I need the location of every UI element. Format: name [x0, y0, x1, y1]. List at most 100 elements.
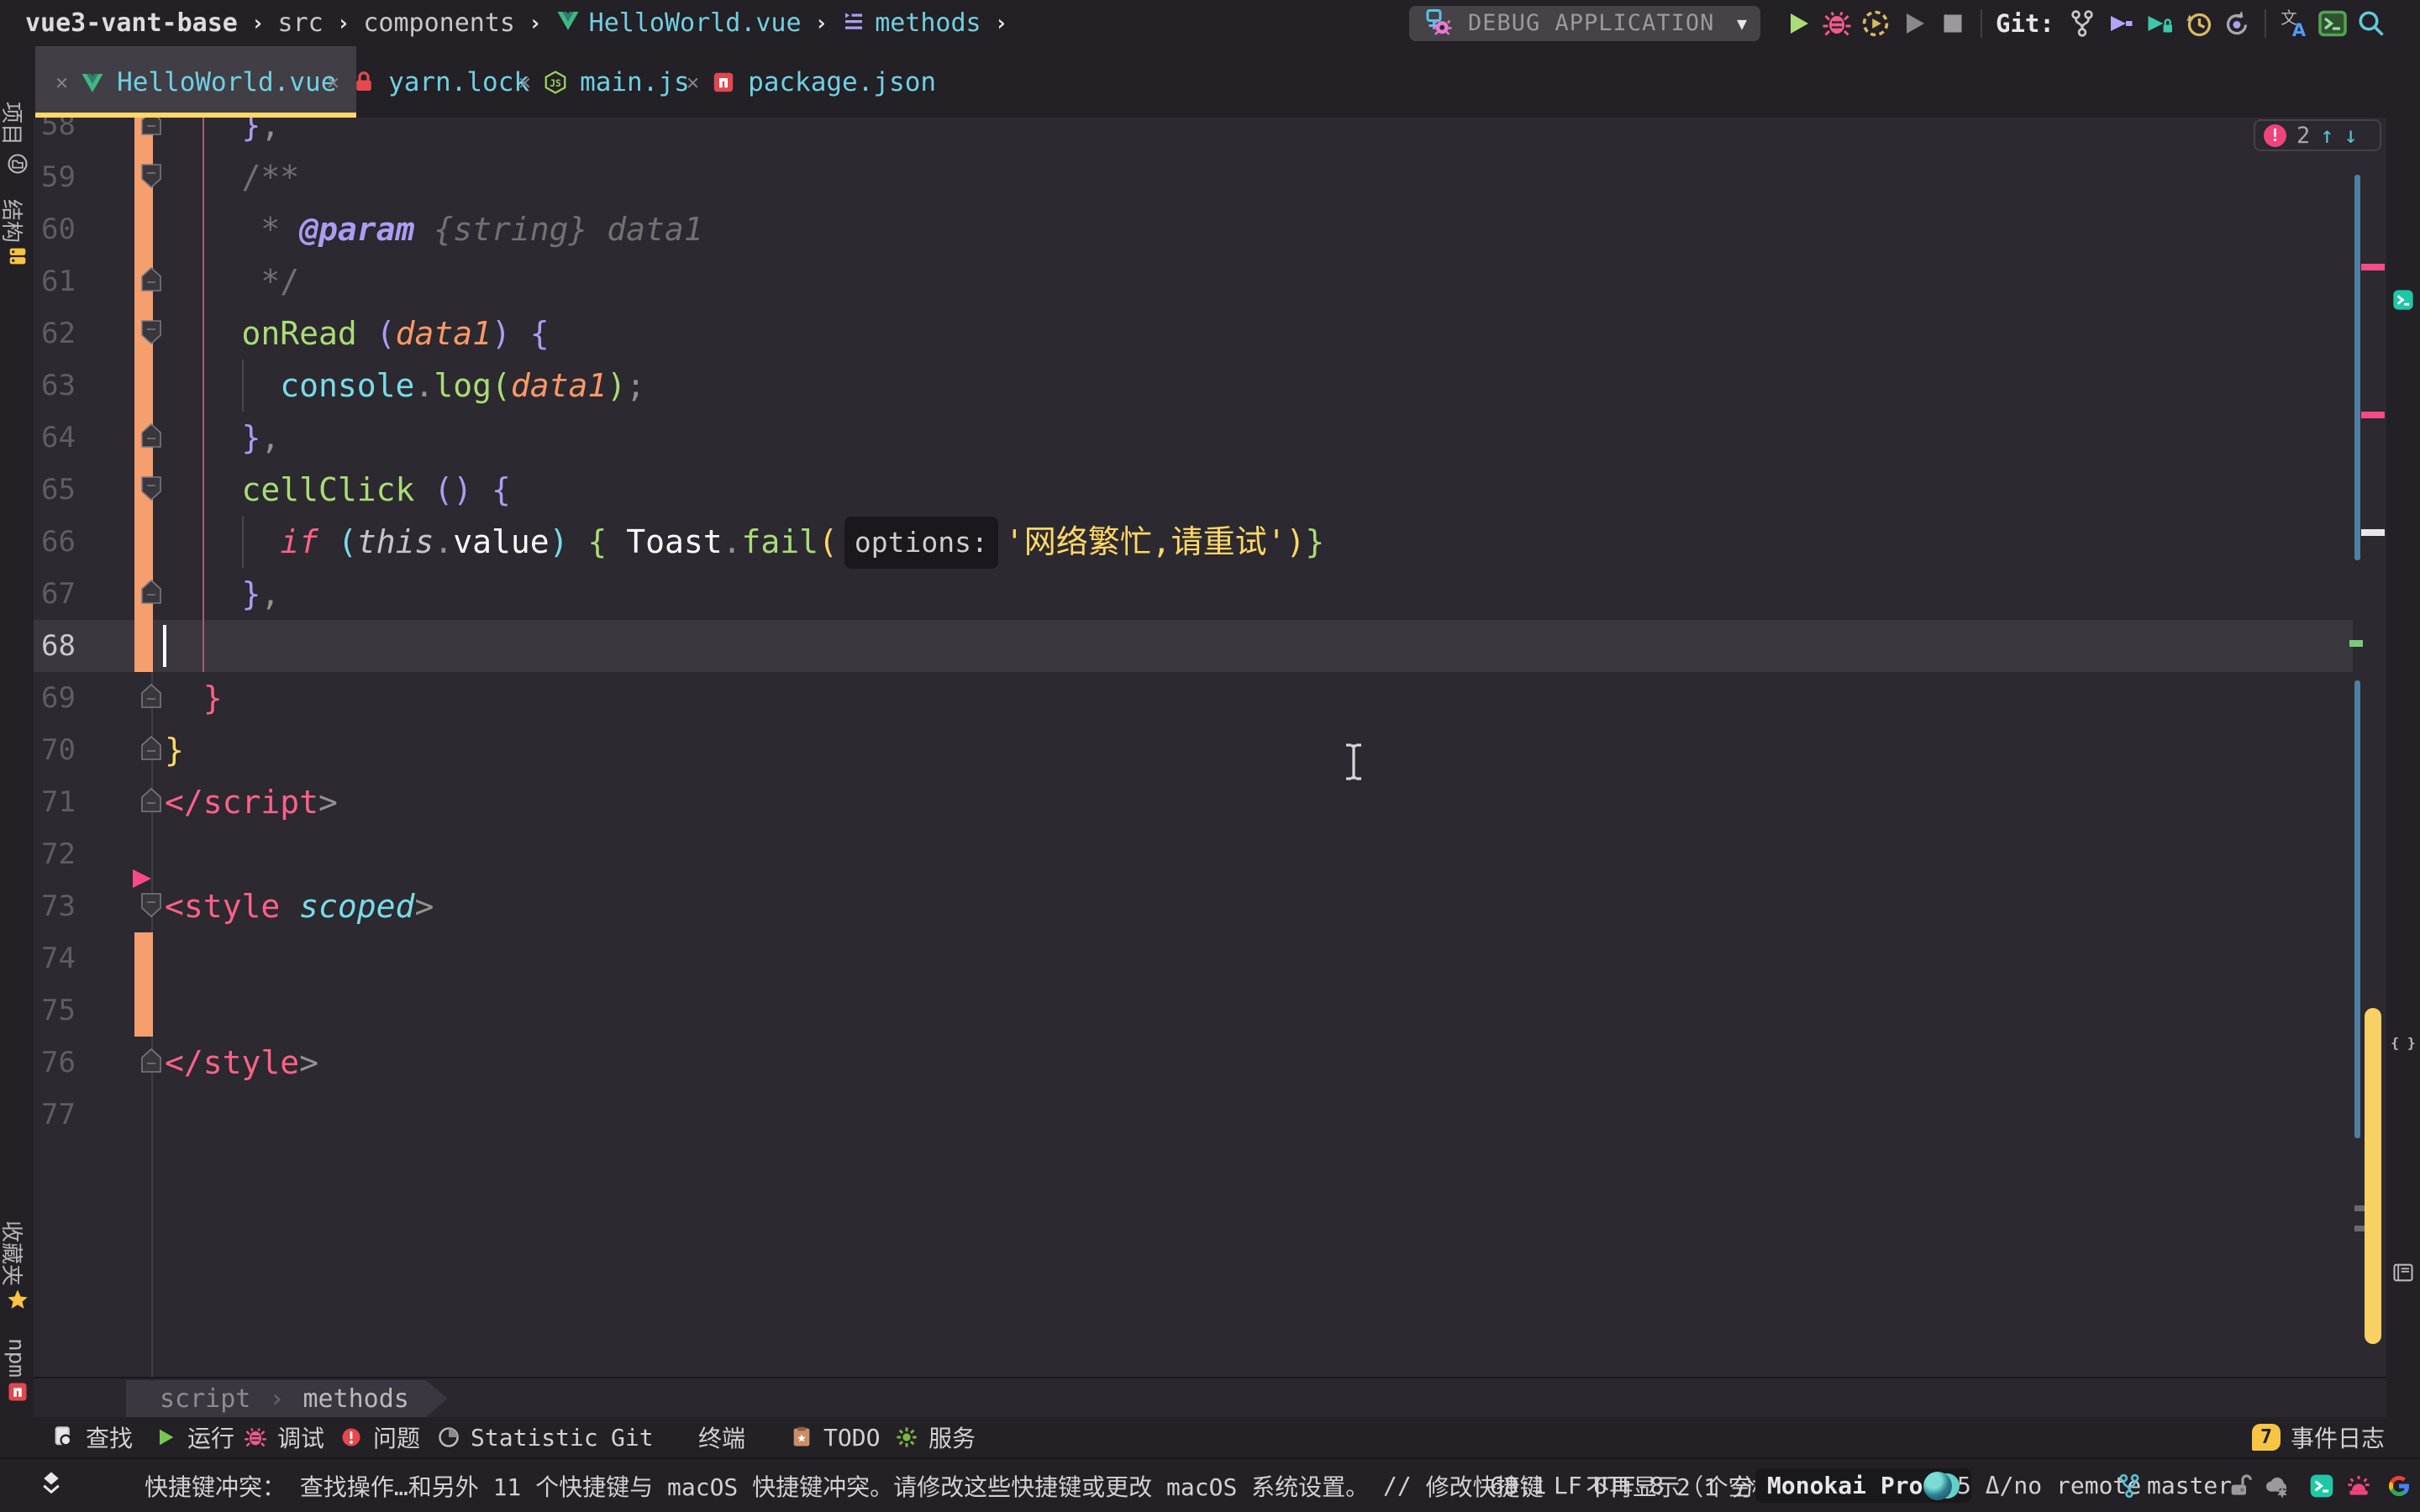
run-button[interactable] [1779, 4, 1818, 43]
line-number-77[interactable]: 77 [34, 1089, 76, 1141]
fold-marker-up[interactable] [140, 683, 162, 712]
stripe-error-mark[interactable] [2361, 412, 2385, 418]
structure-icon[interactable] [6, 244, 29, 271]
line-number-59[interactable]: 59 [34, 151, 76, 203]
caret-position[interactable]: 68:1 [1490, 1459, 1546, 1512]
line-number-63[interactable]: 63 [34, 360, 76, 412]
close-tab-icon[interactable]: ✕ [687, 70, 699, 94]
prev-error-icon[interactable]: ↑ [2320, 123, 2333, 149]
fold-marker-up[interactable] [140, 423, 162, 452]
tool-strip-project[interactable]: 项目 [0, 102, 29, 145]
git-update-button[interactable] [2102, 4, 2140, 43]
tool-strip-npm[interactable]: npm [3, 1338, 29, 1378]
fold-marker-down[interactable] [140, 892, 162, 921]
breadcrumb-item-components[interactable]: components [363, 8, 515, 38]
git-ahead-status[interactable]: 5 Δ/no remote [1957, 1459, 2141, 1512]
line-number-66[interactable]: 66 [34, 516, 76, 568]
git-branch-icon[interactable] [2116, 1459, 2143, 1512]
line-number-65[interactable]: 65 [34, 464, 76, 516]
code-breadcrumb[interactable]: script › methods [126, 1380, 448, 1417]
coverage-button[interactable] [1856, 4, 1895, 43]
project-circle-icon[interactable] [6, 152, 29, 179]
stripe-error-mark[interactable] [2361, 264, 2385, 270]
fold-marker-up[interactable] [140, 266, 162, 296]
stripe-caret-mark[interactable] [2349, 640, 2363, 647]
terminal-icon[interactable] [2313, 4, 2352, 43]
json-braces-icon[interactable]: { } [2391, 1031, 2416, 1058]
line-number-69[interactable]: 69 [34, 672, 76, 724]
material-sphere-icon[interactable] [1923, 1459, 1952, 1512]
tool-window-button-服务[interactable]: 服务 [895, 1417, 976, 1457]
close-tab-icon[interactable]: ✕ [518, 70, 531, 94]
fold-marker-up[interactable] [140, 735, 162, 764]
close-tab-icon[interactable]: ✕ [327, 70, 339, 94]
line-number-58[interactable]: 58 [34, 118, 76, 151]
file-encoding[interactable]: UTF-8 [1593, 1459, 1664, 1512]
play-disabled-button[interactable] [1895, 4, 1933, 43]
translate-icon[interactable]: 文A [2275, 4, 2313, 43]
breadcrumb-methods[interactable]: methods [302, 1384, 408, 1414]
breadcrumb-item-vue3-vant-base[interactable]: vue3-vant-base [25, 8, 238, 38]
line-separator[interactable]: LF [1554, 1459, 1582, 1512]
fold-marker-up[interactable] [140, 118, 162, 139]
fold-marker-down[interactable] [140, 475, 162, 504]
star-icon[interactable] [6, 1288, 29, 1315]
tool-window-button-TODO[interactable]: TODO [790, 1417, 880, 1457]
line-number-71[interactable]: 71 [34, 776, 76, 828]
history-button[interactable] [2179, 4, 2217, 43]
event-log-button[interactable]: 7 事件日志 [2252, 1417, 2385, 1457]
stop-button[interactable] [1933, 4, 1972, 43]
word-book-icon[interactable] [2391, 1261, 2415, 1288]
run-configuration-select[interactable]: DEBUG APPLICATION ▼ [1409, 5, 1760, 41]
line-number-74[interactable]: 74 [34, 932, 76, 984]
line-number-68[interactable]: 68 [34, 620, 76, 672]
fold-marker-up[interactable] [140, 787, 162, 816]
debug-button[interactable] [1818, 4, 1856, 43]
inspection-widget[interactable]: ! 2 ↑ ↓ [2254, 119, 2381, 151]
git-branch-button[interactable] [2063, 4, 2102, 43]
rollback-button[interactable] [2217, 4, 2256, 43]
stripe-info-mark[interactable] [2361, 529, 2385, 536]
tool-window-button-查找[interactable]: 查找 [52, 1417, 133, 1457]
tool-strip-favorites[interactable]: 收藏夹 [0, 1221, 29, 1286]
line-number-73[interactable]: 73 [34, 880, 76, 932]
scrollbar-thumb[interactable] [2365, 1008, 2381, 1344]
line-number-75[interactable]: 75 [34, 984, 76, 1037]
line-number-61[interactable]: 61 [34, 255, 76, 307]
fold-marker-down[interactable] [140, 163, 162, 192]
breadcrumb-item-src[interactable]: src [278, 8, 324, 38]
google-translate-icon[interactable] [2386, 1459, 2412, 1512]
git-branch-name[interactable]: master [2147, 1459, 2232, 1512]
codota-status-icon[interactable] [2308, 1459, 2335, 1512]
tool-window-button-Statistic[interactable]: Statistic [437, 1417, 598, 1457]
line-number-76[interactable]: 76 [34, 1037, 76, 1089]
cloud-settings-icon[interactable] [2264, 1459, 2291, 1512]
lock-icon[interactable] [2226, 1459, 2253, 1512]
breadcrumb-script[interactable]: script [160, 1384, 250, 1414]
fold-marker-down[interactable] [140, 319, 162, 348]
fold-marker-up[interactable] [140, 579, 162, 608]
search-everywhere-icon[interactable] [2352, 4, 2391, 43]
git-push-button[interactable] [2140, 4, 2179, 43]
tool-window-button-终端[interactable]: 终端 [688, 1417, 745, 1457]
tool-window-button-运行[interactable]: 运行 [154, 1417, 234, 1457]
line-number-70[interactable]: 70 [34, 724, 76, 776]
tab-package.json[interactable]: ✕ package.json [666, 46, 956, 118]
breadcrumb-item-methods[interactable]: methods [841, 8, 981, 39]
line-number-64[interactable]: 64 [34, 412, 76, 464]
line-number-67[interactable]: 67 [34, 568, 76, 620]
tool-window-button-Git[interactable]: Git [601, 1417, 654, 1457]
alarm-icon[interactable] [2345, 1459, 2372, 1512]
tool-window-button-问题[interactable]: 问题 [339, 1417, 420, 1457]
next-error-icon[interactable]: ↓ [2344, 123, 2358, 149]
breadcrumb-item-HelloWorld.vue[interactable]: HelloWorld.vue [555, 8, 802, 39]
npm-icon[interactable] [6, 1380, 29, 1407]
fold-marker-up[interactable] [140, 1047, 162, 1077]
line-number-60[interactable]: 60 [34, 203, 76, 255]
tool-strip-structure[interactable]: 结构 [0, 199, 29, 243]
codota-icon[interactable] [2391, 288, 2415, 315]
line-number-62[interactable]: 62 [34, 307, 76, 360]
line-number-72[interactable]: 72 [34, 828, 76, 880]
tool-window-button-调试[interactable]: 调试 [244, 1417, 324, 1457]
close-tab-icon[interactable]: ✕ [55, 70, 68, 94]
